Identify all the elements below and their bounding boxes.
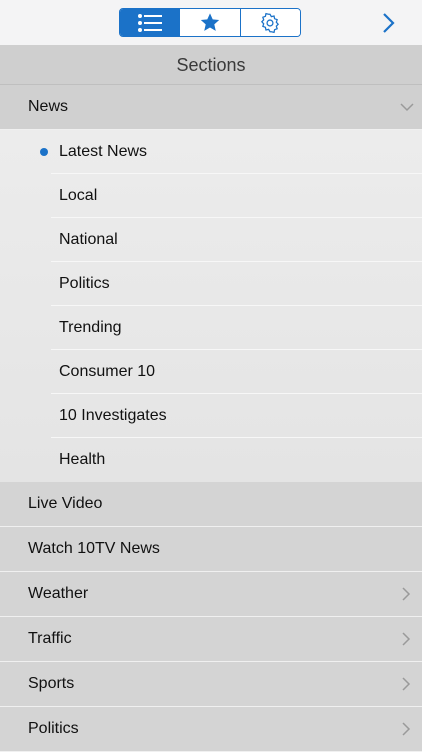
gear-icon (261, 12, 280, 33)
section-label: News (28, 98, 69, 115)
subsection-label: National (59, 231, 118, 248)
section-news[interactable]: News (0, 85, 422, 130)
chevron-right-icon (402, 587, 411, 601)
subsection-label: Consumer 10 (59, 363, 156, 380)
section-sports[interactable]: Sports (0, 662, 422, 707)
subsection-label: Latest News (59, 143, 148, 160)
section-label: Sports (28, 675, 75, 692)
subsection-10-investigates[interactable]: 10 Investigates (0, 394, 422, 438)
selected-indicator-icon (40, 148, 48, 156)
subsection-national[interactable]: National (0, 218, 422, 262)
sections-header: Sections (0, 46, 422, 85)
subsection-latest-news[interactable]: Latest News (0, 130, 422, 174)
subsection-local[interactable]: Local (0, 174, 422, 218)
section-label: Politics (28, 720, 79, 737)
news-subsections: Latest News Local National Politics Tren… (0, 130, 422, 482)
section-label: Traffic (28, 630, 72, 647)
subsection-politics[interactable]: Politics (0, 262, 422, 306)
chevron-down-icon (400, 103, 414, 112)
section-label: Live Video (28, 495, 103, 512)
subsection-label: Politics (59, 275, 110, 292)
subsection-label: Trending (59, 319, 122, 336)
tab-sections[interactable] (120, 9, 180, 36)
sections-list: News Latest News Local National Politics… (0, 85, 422, 752)
section-label: Weather (28, 585, 89, 602)
subsection-label: Local (59, 187, 98, 204)
subsection-label: 10 Investigates (59, 407, 167, 424)
tab-favorites[interactable] (179, 9, 240, 36)
chevron-right-icon[interactable] (382, 12, 396, 34)
page-title: Sections (176, 54, 246, 75)
section-label: Watch 10TV News (28, 540, 160, 557)
list-icon (137, 13, 162, 32)
chevron-right-icon (402, 722, 411, 736)
chevron-right-icon (402, 677, 411, 691)
view-segmented-control (119, 8, 301, 37)
section-weather[interactable]: Weather (0, 572, 422, 617)
subsection-health[interactable]: Health (0, 438, 422, 482)
subsection-trending[interactable]: Trending (0, 306, 422, 350)
subsection-consumer-10[interactable]: Consumer 10 (0, 350, 422, 394)
section-traffic[interactable]: Traffic (0, 617, 422, 662)
subsection-label: Health (59, 451, 106, 468)
section-live-video[interactable]: Live Video (0, 482, 422, 527)
section-politics[interactable]: Politics (0, 707, 422, 752)
chevron-right-icon (402, 632, 411, 646)
section-watch-10tv-news[interactable]: Watch 10TV News (0, 527, 422, 572)
tab-settings[interactable] (239, 9, 300, 36)
toolbar (0, 0, 422, 46)
star-icon (200, 13, 220, 31)
